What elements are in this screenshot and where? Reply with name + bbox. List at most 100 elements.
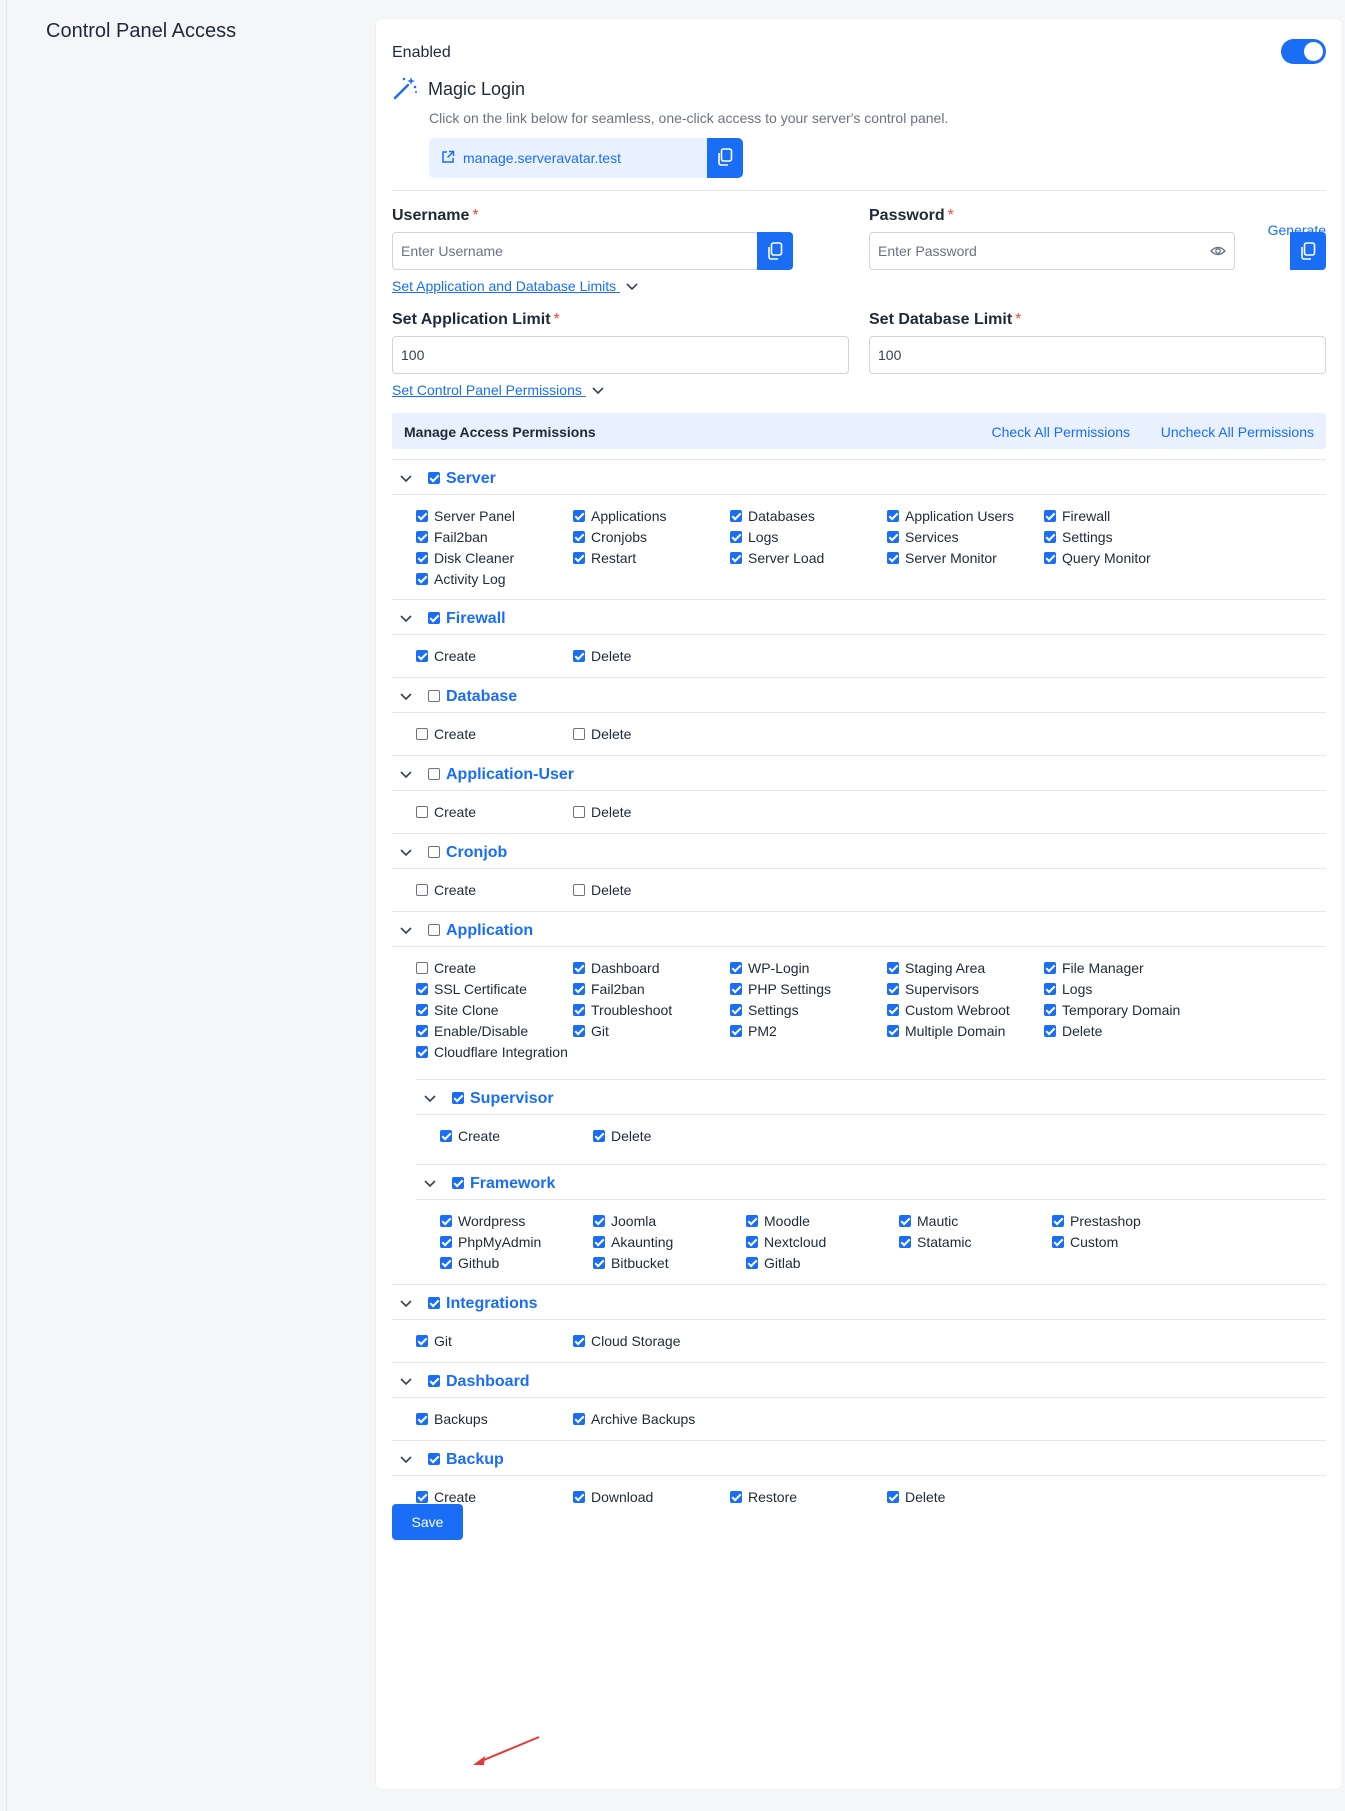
group-name[interactable]: Application xyxy=(446,922,533,940)
permission-checkbox[interactable] xyxy=(440,1215,452,1227)
group-checkbox[interactable] xyxy=(428,846,440,858)
permission-checkbox[interactable] xyxy=(573,962,585,974)
permission-checkbox[interactable] xyxy=(1044,510,1056,522)
permission-checkbox[interactable] xyxy=(573,1413,585,1425)
app-limit-input[interactable] xyxy=(392,336,849,374)
permission-checkbox[interactable] xyxy=(887,962,899,974)
copy-password-button[interactable] xyxy=(1290,232,1326,270)
permission-checkbox[interactable] xyxy=(573,1004,585,1016)
group-checkbox[interactable] xyxy=(428,1297,440,1309)
permission-checkbox[interactable] xyxy=(416,1335,428,1347)
permission-checkbox[interactable] xyxy=(416,884,428,896)
permission-checkbox[interactable] xyxy=(573,510,585,522)
group-name[interactable]: Dashboard xyxy=(446,1373,530,1391)
permission-checkbox[interactable] xyxy=(1052,1236,1064,1248)
permission-checkbox[interactable] xyxy=(416,510,428,522)
permission-checkbox[interactable] xyxy=(573,650,585,662)
chevron-down-icon[interactable] xyxy=(400,473,412,485)
group-checkbox[interactable] xyxy=(428,612,440,624)
chevron-down-icon[interactable] xyxy=(400,1376,412,1388)
permission-checkbox[interactable] xyxy=(416,806,428,818)
permission-checkbox[interactable] xyxy=(730,962,742,974)
permission-checkbox[interactable] xyxy=(746,1236,758,1248)
group-name[interactable]: Application-User xyxy=(446,766,574,784)
permission-checkbox[interactable] xyxy=(573,983,585,995)
permission-checkbox[interactable] xyxy=(573,884,585,896)
enabled-toggle[interactable] xyxy=(1281,39,1326,64)
permission-checkbox[interactable] xyxy=(593,1130,605,1142)
permission-checkbox[interactable] xyxy=(440,1236,452,1248)
group-name[interactable]: Database xyxy=(446,688,517,706)
permission-checkbox[interactable] xyxy=(416,531,428,543)
permission-checkbox[interactable] xyxy=(416,962,428,974)
permission-checkbox[interactable] xyxy=(887,983,899,995)
permission-checkbox[interactable] xyxy=(573,1335,585,1347)
group-name[interactable]: Supervisor xyxy=(470,1090,554,1108)
permission-checkbox[interactable] xyxy=(593,1236,605,1248)
uncheck-all-permissions-link[interactable]: Uncheck All Permissions xyxy=(1161,424,1314,440)
permission-checkbox[interactable] xyxy=(573,531,585,543)
permission-checkbox[interactable] xyxy=(573,552,585,564)
permission-checkbox[interactable] xyxy=(1052,1215,1064,1227)
chevron-down-icon[interactable] xyxy=(400,925,412,937)
permission-checkbox[interactable] xyxy=(440,1130,452,1142)
copy-username-button[interactable] xyxy=(757,232,793,270)
chevron-down-icon[interactable] xyxy=(400,691,412,703)
permission-checkbox[interactable] xyxy=(730,983,742,995)
permission-checkbox[interactable] xyxy=(730,1004,742,1016)
username-input[interactable] xyxy=(392,232,758,270)
db-limit-input[interactable] xyxy=(869,336,1326,374)
permission-checkbox[interactable] xyxy=(416,1004,428,1016)
permission-checkbox[interactable] xyxy=(730,531,742,543)
group-name[interactable]: Integrations xyxy=(446,1295,538,1313)
chevron-down-icon[interactable] xyxy=(424,1093,436,1105)
group-name[interactable]: Backup xyxy=(446,1451,504,1469)
permission-checkbox[interactable] xyxy=(416,728,428,740)
permission-checkbox[interactable] xyxy=(416,573,428,585)
permission-checkbox[interactable] xyxy=(573,1025,585,1037)
check-all-permissions-link[interactable]: Check All Permissions xyxy=(992,424,1131,440)
permission-checkbox[interactable] xyxy=(730,1491,742,1503)
permission-checkbox[interactable] xyxy=(416,1491,428,1503)
group-checkbox[interactable] xyxy=(428,1375,440,1387)
permission-checkbox[interactable] xyxy=(593,1257,605,1269)
permission-checkbox[interactable] xyxy=(1044,1004,1056,1016)
permission-checkbox[interactable] xyxy=(416,1413,428,1425)
group-name[interactable]: Framework xyxy=(470,1175,555,1193)
permission-checkbox[interactable] xyxy=(440,1257,452,1269)
chevron-down-icon[interactable] xyxy=(424,1178,436,1190)
group-checkbox[interactable] xyxy=(428,472,440,484)
permission-checkbox[interactable] xyxy=(1044,983,1056,995)
chevron-down-icon[interactable] xyxy=(400,769,412,781)
permission-checkbox[interactable] xyxy=(887,1025,899,1037)
permission-checkbox[interactable] xyxy=(887,1004,899,1016)
permission-checkbox[interactable] xyxy=(573,1491,585,1503)
permission-checkbox[interactable] xyxy=(573,728,585,740)
permission-checkbox[interactable] xyxy=(416,1025,428,1037)
group-checkbox[interactable] xyxy=(428,690,440,702)
chevron-down-icon[interactable] xyxy=(400,1298,412,1310)
permission-checkbox[interactable] xyxy=(730,510,742,522)
permission-checkbox[interactable] xyxy=(416,650,428,662)
permission-checkbox[interactable] xyxy=(416,983,428,995)
chevron-down-icon[interactable] xyxy=(400,847,412,859)
permission-checkbox[interactable] xyxy=(887,1491,899,1503)
group-name[interactable]: Server xyxy=(446,470,496,488)
password-input[interactable] xyxy=(869,232,1235,270)
permission-checkbox[interactable] xyxy=(416,1046,428,1058)
magic-login-url[interactable]: manage.serveravatar.test xyxy=(463,150,621,166)
permission-checkbox[interactable] xyxy=(1044,552,1056,564)
permission-checkbox[interactable] xyxy=(416,552,428,564)
permission-checkbox[interactable] xyxy=(746,1215,758,1227)
chevron-down-icon[interactable] xyxy=(400,1454,412,1466)
permission-checkbox[interactable] xyxy=(887,552,899,564)
group-name[interactable]: Cronjob xyxy=(446,844,507,862)
permission-checkbox[interactable] xyxy=(1044,1025,1056,1037)
permission-checkbox[interactable] xyxy=(593,1215,605,1227)
save-button[interactable]: Save xyxy=(392,1504,463,1540)
group-checkbox[interactable] xyxy=(452,1092,464,1104)
group-name[interactable]: Firewall xyxy=(446,610,506,628)
permission-checkbox[interactable] xyxy=(887,531,899,543)
permission-checkbox[interactable] xyxy=(899,1236,911,1248)
group-checkbox[interactable] xyxy=(428,924,440,936)
